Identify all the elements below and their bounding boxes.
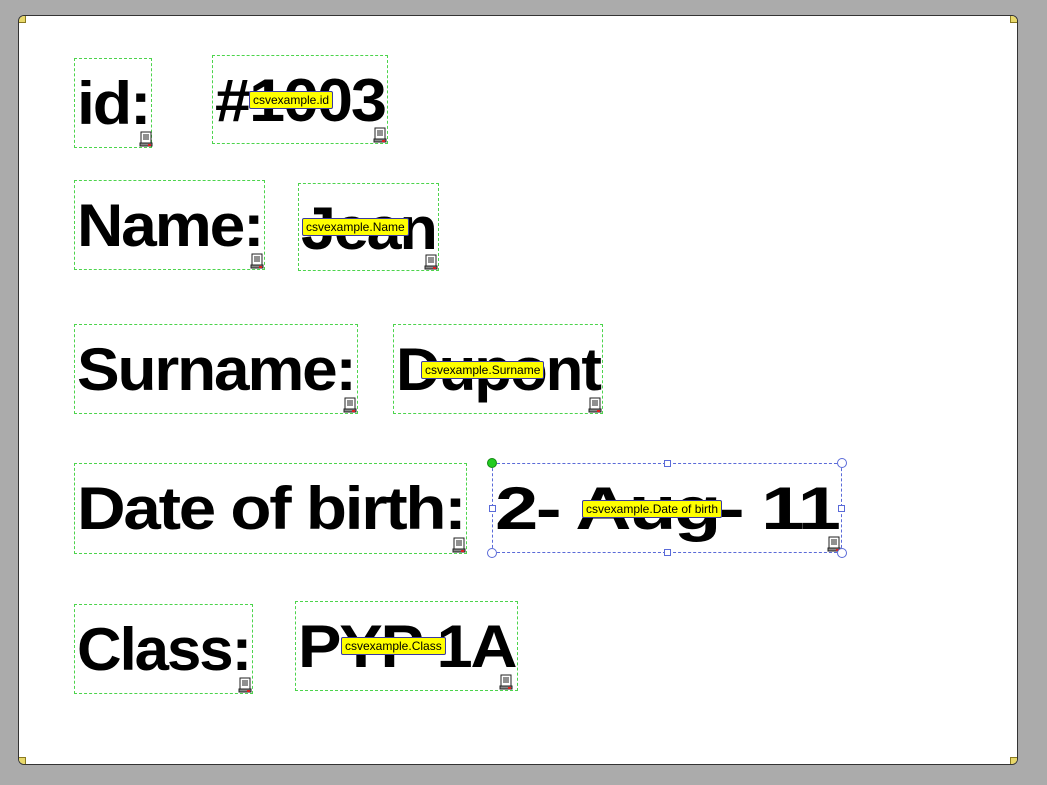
database-icon [373, 127, 387, 143]
resize-handle-bottom-left[interactable] [487, 548, 497, 558]
rotate-handle[interactable] [487, 458, 497, 468]
resize-handle-top[interactable] [664, 460, 671, 467]
field-id-label[interactable]: id: [74, 58, 153, 148]
resize-handle-bottom-right[interactable] [837, 548, 847, 558]
canvas-corner-br [1010, 757, 1017, 764]
csv-binding-tag: csvexample.Surname [421, 361, 545, 379]
database-icon [424, 254, 438, 270]
database-icon [343, 397, 357, 413]
csv-binding-tag: csvexample.id [249, 91, 334, 109]
field-text: Date of birth: [77, 475, 467, 542]
field-text: Class: [77, 616, 252, 683]
canvas-corner-tl [19, 16, 26, 23]
database-icon [250, 253, 264, 269]
field-dob-label[interactable]: Date of birth: [74, 463, 467, 554]
database-icon [452, 537, 466, 553]
canvas-corner-tr [1010, 16, 1017, 23]
csv-binding-tag: csvexample.Date of birth [582, 500, 723, 518]
csv-binding-tag: csvexample.Class [341, 637, 446, 655]
database-icon [588, 397, 602, 413]
database-icon [238, 677, 252, 693]
field-dob-value[interactable]: 2- Aug- 11 csvexample.Date of birth [487, 458, 847, 558]
canvas-corner-bl [19, 757, 26, 764]
database-icon [499, 674, 513, 690]
label-design-canvas[interactable]: id: #1003 csvexample.id Name: Jean csvex… [18, 15, 1018, 765]
csv-binding-tag: csvexample.Name [302, 218, 409, 236]
field-id-value[interactable]: #1003 csvexample.id [212, 55, 388, 144]
field-class-label[interactable]: Class: [74, 604, 253, 694]
field-text: Surname: [77, 336, 357, 403]
resize-handle-top-right[interactable] [837, 458, 847, 468]
resize-handle-bottom[interactable] [664, 549, 671, 556]
database-icon [139, 131, 153, 147]
field-surname-value[interactable]: Dupont csvexample.Surname [393, 324, 603, 414]
resize-handle-right[interactable] [838, 505, 845, 512]
resize-handle-left[interactable] [489, 505, 496, 512]
field-name-value[interactable]: Jean csvexample.Name [298, 183, 439, 271]
field-name-label[interactable]: Name: [74, 180, 265, 270]
field-text: Name: [77, 192, 265, 259]
field-class-value[interactable]: PYP 1A csvexample.Class [295, 601, 518, 691]
field-surname-label[interactable]: Surname: [74, 324, 358, 414]
